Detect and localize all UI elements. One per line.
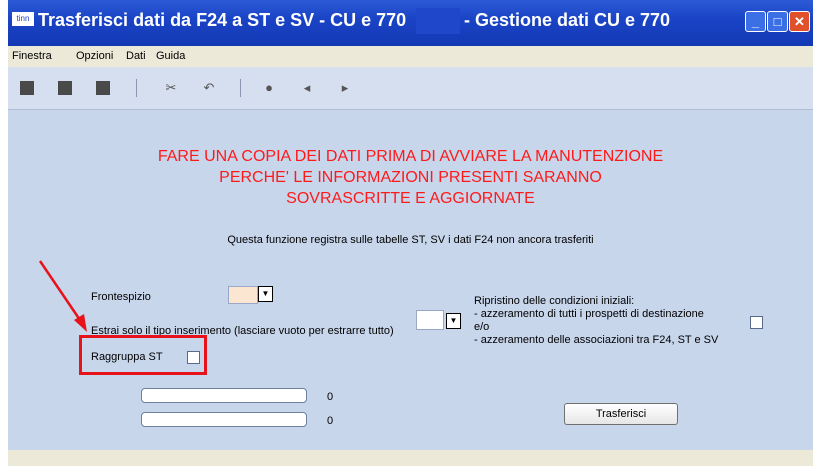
ripristino-checkbox[interactable]	[750, 316, 763, 329]
toolbar-separator	[136, 79, 137, 97]
progress-value-1: 0	[327, 391, 334, 403]
save-icon[interactable]	[58, 81, 72, 95]
search-icon[interactable]: ●	[262, 81, 276, 95]
back-arrow-icon[interactable]: ◂	[300, 81, 314, 95]
estrai-dropdown-button[interactable]: ▼	[446, 313, 461, 329]
ripristino-line-4: - azzeramento delle associazioni tra F24…	[474, 334, 719, 346]
app-logo-icon: tinn	[12, 12, 34, 26]
warning-line-1: FARE UNA COPIA DEI DATI PRIMA DI AVVIARE…	[157, 148, 664, 165]
frontespizio-label: Frontespizio	[91, 291, 151, 303]
progress-value-2: 0	[327, 415, 334, 427]
ripristino-line-2: - azzeramento di tutti i prospetti di de…	[474, 308, 704, 320]
cut-icon[interactable]: ✂	[164, 81, 178, 95]
trasferisci-button[interactable]: Trasferisci	[564, 403, 678, 425]
menu-finestra[interactable]: Finestra	[12, 50, 52, 62]
menu-bar: Finestra Opzioni Dati Guida	[8, 46, 813, 68]
toolbar: ✂ ↶ ● ◂ ▸	[8, 67, 813, 110]
ripristino-text: Ripristino delle condizioni iniziali: - …	[474, 295, 718, 347]
menu-dati[interactable]: Dati	[126, 50, 146, 62]
stop-icon[interactable]	[96, 81, 110, 95]
toolbar-separator	[240, 79, 241, 97]
annotation-highlight-box	[79, 335, 207, 375]
title-bar: tinn Trasferisci dati da F24 a ST e SV -…	[8, 0, 813, 46]
warning-line-2: PERCHE' LE INFORMAZIONI PRESENTI SARANNO	[219, 169, 602, 186]
minimize-button[interactable]: _	[745, 11, 766, 32]
new-icon[interactable]	[20, 81, 34, 95]
close-button[interactable]: ✕	[789, 11, 810, 32]
status-bar	[8, 450, 813, 466]
main-content: FARE UNA COPIA DEI DATI PRIMA DI AVVIARE…	[8, 110, 813, 450]
menu-guida[interactable]: Guida	[156, 50, 185, 62]
estrai-tipo-combo[interactable]	[416, 310, 444, 330]
undo-icon[interactable]: ↶	[202, 81, 216, 95]
menu-opzioni[interactable]: Opzioni	[76, 50, 113, 62]
progress-bar-2	[141, 412, 307, 427]
info-text: Questa funzione registra sulle tabelle S…	[227, 234, 594, 246]
warning-message: FARE UNA COPIA DEI DATI PRIMA DI AVVIARE…	[8, 146, 813, 209]
frontespizio-dropdown-button[interactable]: ▼	[258, 286, 273, 302]
redacted-title-area	[416, 8, 460, 34]
progress-bar-1	[141, 388, 307, 403]
ripristino-line-1: Ripristino delle condizioni iniziali:	[474, 295, 635, 307]
frontespizio-combo[interactable]	[228, 286, 258, 304]
maximize-button[interactable]: □	[767, 11, 788, 32]
ripristino-line-3: e/o	[474, 321, 490, 333]
warning-line-3: SOVRASCRITTE E AGGIORNATE	[286, 190, 535, 207]
application-window: tinn Trasferisci dati da F24 a ST e SV -…	[8, 0, 813, 466]
window-subtitle: - Gestione dati CU e 770	[464, 10, 671, 30]
window-title: Trasferisci dati da F24 a ST e SV - CU e…	[38, 10, 407, 30]
forward-arrow-icon[interactable]: ▸	[338, 81, 352, 95]
